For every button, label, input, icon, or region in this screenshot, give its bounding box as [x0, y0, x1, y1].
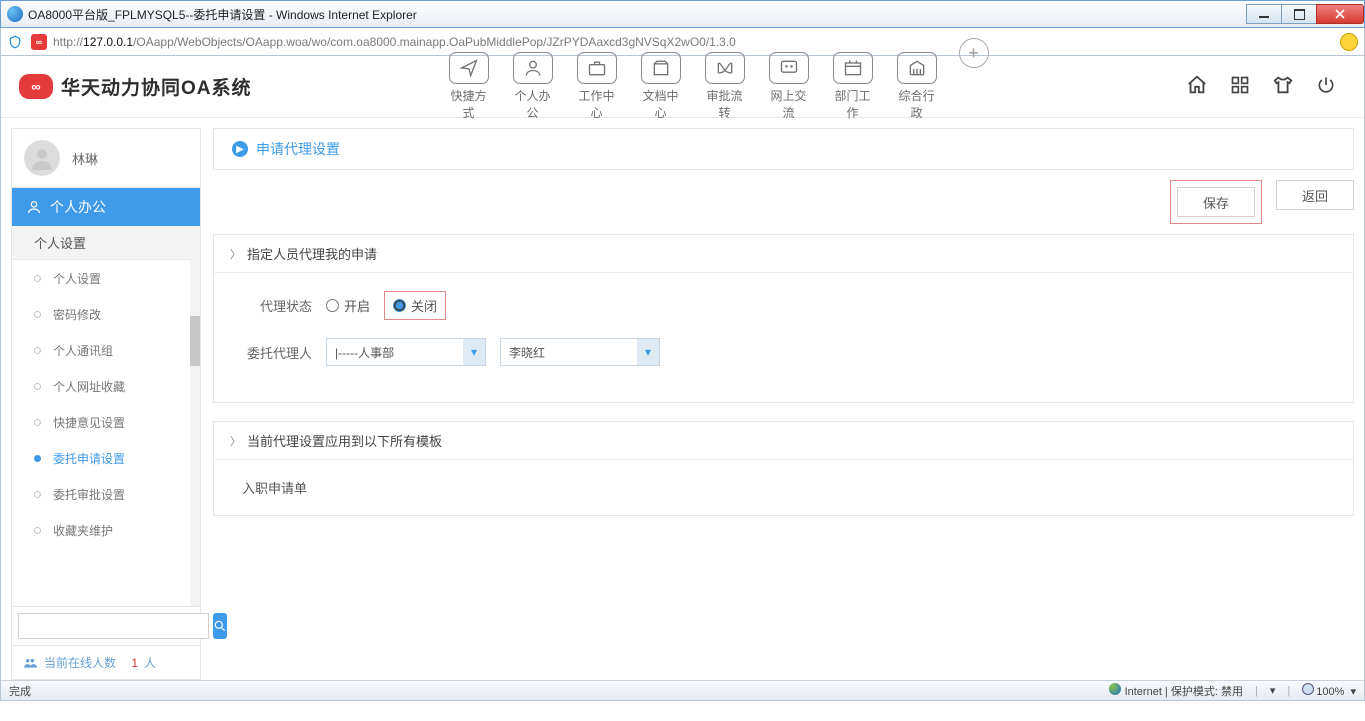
sidebar-item-delegate-apply[interactable]: 委托申请设置 — [12, 440, 200, 476]
sidebar-category[interactable]: 个人设置 — [12, 226, 200, 260]
compat-icon[interactable] — [1340, 33, 1358, 51]
favicon-icon: ∞ — [31, 34, 47, 50]
logo-mark-icon: ∞ — [19, 74, 53, 99]
shirt-icon[interactable] — [1272, 74, 1294, 99]
sidebar-scrollbar-track[interactable] — [190, 226, 200, 606]
top-header: ∞ 华天动力协同OA系统 快捷方式 个人办公 工作中心 文档中心 审批流转 网上… — [1, 56, 1364, 118]
user-box: 林琳 — [11, 128, 201, 188]
logo-text: 华天动力协同OA系统 — [61, 73, 252, 100]
status-zoom[interactable]: 100% ▾ — [1302, 683, 1356, 698]
status-label: 代理状态 — [242, 296, 312, 315]
people-icon — [22, 656, 38, 670]
template-list: 入职申请单 — [214, 460, 1353, 515]
section-delegate-body: 代理状态 开启 关闭 委托代理人 — [214, 273, 1353, 402]
dept-select[interactable]: ▾ — [326, 338, 486, 366]
sidebar-item-password[interactable]: 密码修改 — [12, 296, 200, 332]
grid-icon[interactable] — [1230, 75, 1250, 98]
status-done: 完成 — [9, 683, 31, 699]
arrow-circle-icon: ▶ — [232, 141, 248, 157]
sidebar-item-quickopinion[interactable]: 快捷意见设置 — [12, 404, 200, 440]
avatar-icon — [24, 140, 60, 176]
nav-shortcut[interactable]: 快捷方式 — [447, 52, 491, 121]
user-name: 林琳 — [72, 149, 98, 168]
logo: ∞ 华天动力协同OA系统 — [19, 73, 252, 100]
radio-off[interactable]: 关闭 — [393, 296, 437, 315]
power-icon[interactable] — [1316, 75, 1336, 98]
radio-on[interactable]: 开启 — [326, 296, 370, 315]
section-delegate-head[interactable]: 〉 指定人员代理我的申请 — [214, 235, 1353, 273]
person-select[interactable]: ▾ — [500, 338, 660, 366]
save-highlight: 保存 — [1170, 180, 1262, 224]
row-delegate: 委托代理人 ▾ ▾ — [242, 338, 1325, 366]
nav-chat[interactable]: 网上交流 — [767, 52, 811, 121]
section-templates: 〉 当前代理设置应用到以下所有模板 入职申请单 — [213, 421, 1354, 516]
radio-off-input[interactable] — [393, 299, 406, 312]
radio-on-input[interactable] — [326, 299, 339, 312]
sidebar-search — [11, 607, 201, 646]
page-title-panel: ▶ 申请代理设置 — [213, 128, 1354, 170]
sidebar: 林琳 个人办公 个人设置 个人设置 密码修改 个人通讯组 个人网址收藏 快捷意见… — [11, 128, 201, 680]
globe-icon — [1109, 683, 1121, 695]
sidebar-item-delegate-approve[interactable]: 委托审批设置 — [12, 476, 200, 512]
header-right-icons — [1186, 74, 1336, 99]
search-input[interactable] — [18, 613, 209, 639]
nav-docs[interactable]: 文档中心 — [639, 52, 683, 121]
sidebar-item-favorites[interactable]: 收藏夹维护 — [12, 512, 200, 548]
save-button[interactable]: 保存 — [1177, 187, 1255, 217]
page-title: ▶ 申请代理设置 — [214, 129, 1353, 169]
nav-work[interactable]: 工作中心 — [575, 52, 619, 121]
top-nav: 快捷方式 个人办公 工作中心 文档中心 审批流转 网上交流 部门工作 综合行政 … — [447, 52, 989, 121]
window-titlebar: OA8000平台版_FPLMYSQL5--委托申请设置 - Windows In… — [0, 0, 1365, 28]
zoom-icon — [1302, 683, 1314, 695]
url-text: http://127.0.0.1/OAapp/WebObjects/OAapp.… — [53, 35, 736, 49]
status-mode: Internet | 保护模式: 禁用 — [1109, 683, 1243, 699]
ie-icon — [7, 6, 23, 22]
online-count: 当前在线人数 1人 — [11, 646, 201, 680]
side-nav: 个人办公 个人设置 个人设置 密码修改 个人通讯组 个人网址收藏 快捷意见设置 … — [11, 188, 201, 607]
chevron-right-icon: 〉 — [230, 433, 241, 449]
template-item: 入职申请单 — [242, 481, 307, 496]
nav-dept[interactable]: 部门工作 — [831, 52, 875, 121]
sidebar-item-personal-settings[interactable]: 个人设置 — [12, 260, 200, 296]
radio-off-highlight: 关闭 — [384, 291, 446, 320]
main-content: ▶ 申请代理设置 保存 返回 〉 指定人员代理我的申请 代理状态 — [213, 128, 1354, 680]
sidebar-scrollbar-thumb[interactable] — [190, 316, 200, 366]
minimize-button[interactable] — [1246, 4, 1282, 24]
sidebar-item-contacts[interactable]: 个人通讯组 — [12, 332, 200, 368]
sidebar-head[interactable]: 个人办公 — [12, 188, 200, 226]
nav-personal[interactable]: 个人办公 — [511, 52, 555, 121]
row-status: 代理状态 开启 关闭 — [242, 291, 1325, 320]
delegate-label: 委托代理人 — [242, 343, 312, 362]
nav-admin[interactable]: 综合行政 — [895, 52, 939, 121]
close-button[interactable] — [1316, 4, 1364, 24]
back-button[interactable]: 返回 — [1276, 180, 1354, 210]
status-bar: 完成 Internet | 保护模式: 禁用 | ▾ | 100% ▾ — [1, 680, 1364, 700]
shield-icon — [7, 34, 23, 50]
app-shell: ∞ 华天动力协同OA系统 快捷方式 个人办公 工作中心 文档中心 审批流转 网上… — [0, 56, 1365, 701]
dept-dropdown-icon[interactable]: ▾ — [463, 339, 485, 365]
maximize-button[interactable] — [1281, 4, 1317, 24]
action-buttons: 保存 返回 — [213, 170, 1354, 234]
sidebar-menu: 个人设置 密码修改 个人通讯组 个人网址收藏 快捷意见设置 委托申请设置 委托审… — [12, 260, 200, 550]
chevron-right-icon: 〉 — [230, 246, 241, 262]
status-security-icon[interactable]: ▾ — [1270, 684, 1276, 697]
window-buttons — [1247, 4, 1364, 24]
section-templates-head[interactable]: 〉 当前代理设置应用到以下所有模板 — [214, 422, 1353, 460]
sidebar-item-bookmarks[interactable]: 个人网址收藏 — [12, 368, 200, 404]
body-wrap: 林琳 个人办公 个人设置 个人设置 密码修改 个人通讯组 个人网址收藏 快捷意见… — [1, 118, 1364, 680]
person-dropdown-icon[interactable]: ▾ — [637, 339, 659, 365]
window-title: OA8000平台版_FPLMYSQL5--委托申请设置 - Windows In… — [28, 6, 417, 23]
person-input[interactable] — [500, 338, 660, 366]
nav-approval[interactable]: 审批流转 — [703, 52, 747, 121]
section-delegate: 〉 指定人员代理我的申请 代理状态 开启 关闭 — [213, 234, 1354, 403]
home-icon[interactable] — [1186, 74, 1208, 99]
add-nav-button[interactable]: + — [959, 38, 989, 68]
dept-input[interactable] — [326, 338, 486, 366]
